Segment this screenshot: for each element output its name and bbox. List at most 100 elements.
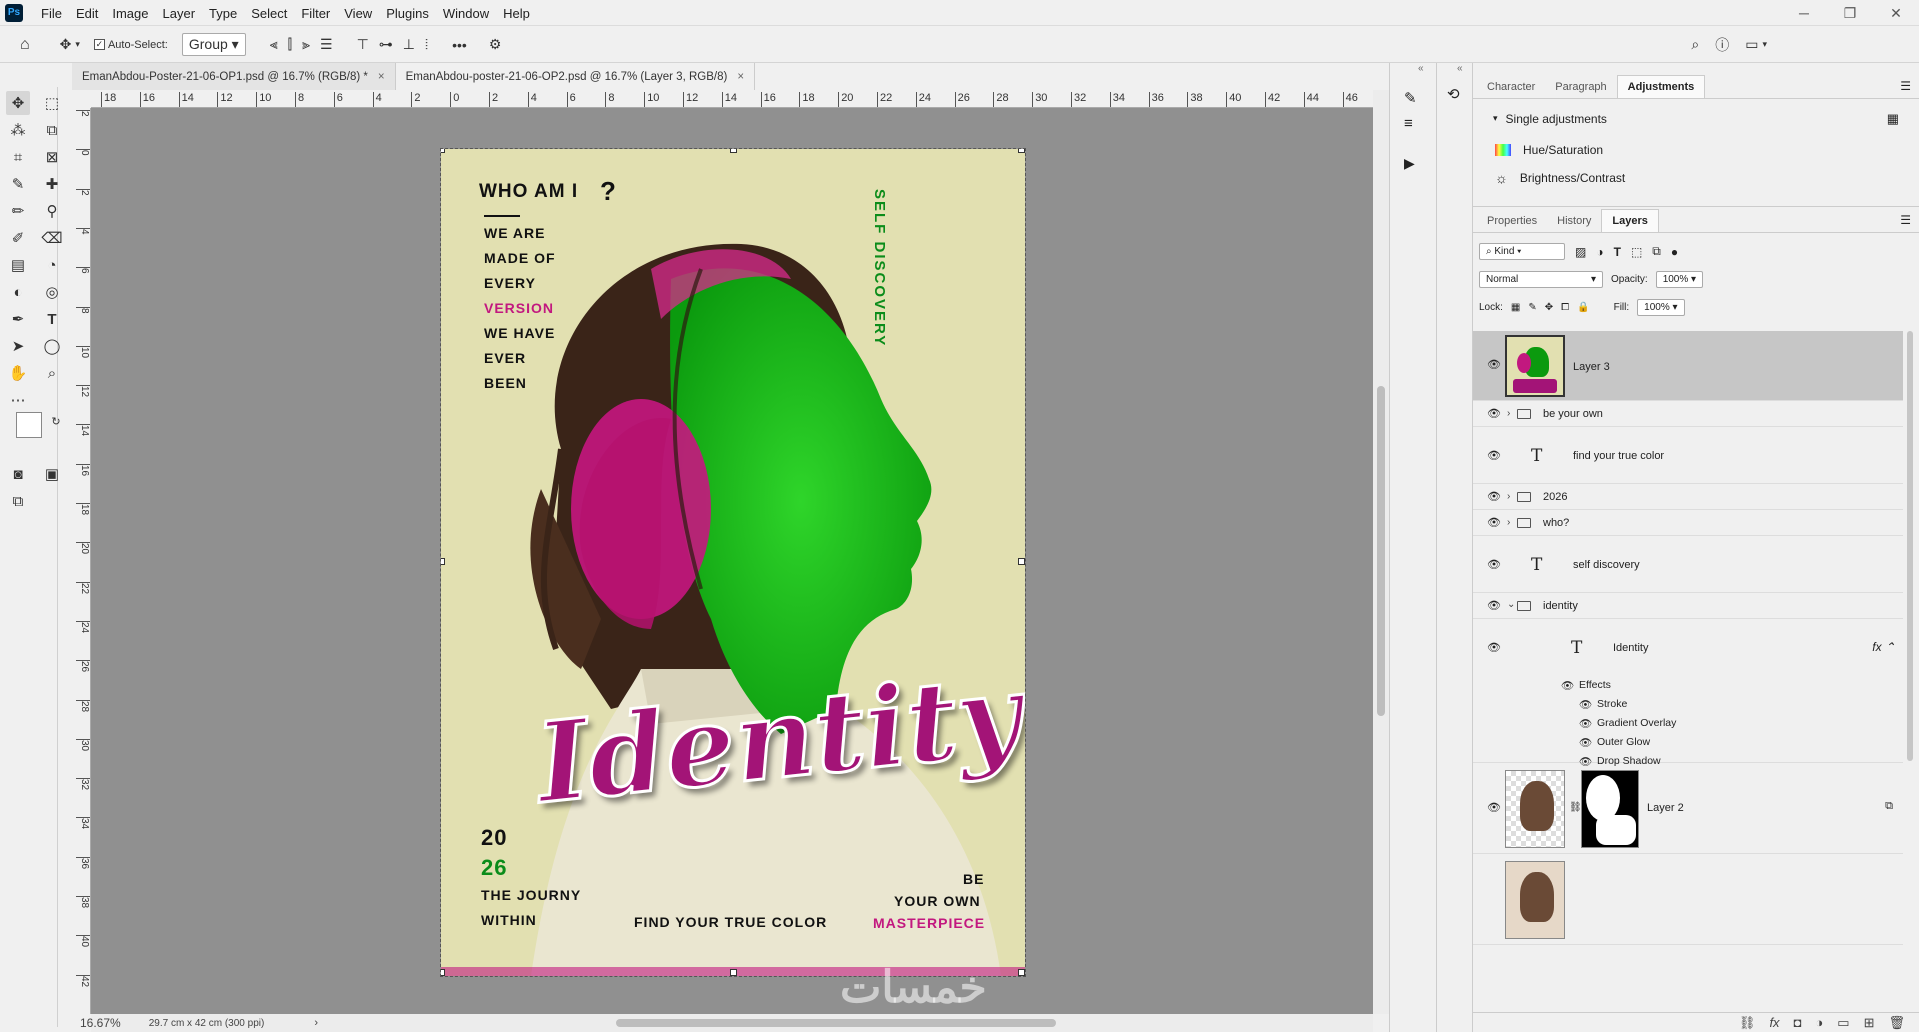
horizontal-ruler[interactable]: 18 16 14 12 10 8 6 4 2 0 2 4 6 8 10 12 14 16 18 20 22 24 26 28 3… [91,90,1373,108]
transform-handle[interactable] [1018,558,1025,565]
layer-row[interactable]: 👁 T find your true color [1473,428,1903,484]
new-group-icon[interactable]: ▭ [1837,1015,1849,1031]
ellipse-tool-icon[interactable]: ◯ [40,334,64,358]
menu-edit[interactable]: Edit [69,6,105,21]
eye-icon[interactable]: 👁 [1487,643,1501,654]
grid-view-icon[interactable]: ▦ [1887,111,1899,127]
pixel-filter-icon[interactable]: ▨ [1575,245,1586,259]
layer-row[interactable]: 👁 T self discovery [1473,537,1903,593]
ruler-corner[interactable] [72,90,91,108]
chevron-right-icon[interactable]: › [1507,491,1510,502]
vertical-scrollbar[interactable] [1373,90,1389,1014]
type-filter-icon[interactable]: T [1614,245,1621,259]
help-icon[interactable]: ⓘ [1715,35,1729,55]
eye-icon[interactable]: 👁 [1487,409,1501,420]
layer-row[interactable]: 👁 Layer 3 [1473,331,1903,401]
transform-handle[interactable] [441,969,445,976]
transform-handle[interactable] [441,558,445,565]
layer-name[interactable]: Layer 2 [1647,802,1684,814]
collapse-icon[interactable]: « [1418,63,1424,74]
lock-all-icon[interactable]: 🔒 [1577,302,1589,313]
layer-group-row[interactable]: 👁 › be your own [1473,402,1903,427]
chevron-right-icon[interactable]: › [314,1017,318,1029]
brush-tool-icon[interactable]: ✏ [6,199,30,223]
trash-icon[interactable]: 🗑 [1888,1015,1905,1031]
move-tool-icon[interactable]: ✥ [60,36,72,53]
eye-icon[interactable]: 👁 [1579,717,1592,730]
link-layers-icon[interactable]: ⛓ [1739,1015,1756,1031]
layer-name[interactable]: self discovery [1573,559,1640,571]
panel-menu-icon[interactable]: ☰ [1900,79,1911,93]
lock-pixels-icon[interactable]: ✎ [1528,302,1536,313]
blend-mode-select[interactable]: Normal ▾ [1479,271,1603,288]
fill-input[interactable]: 100% ▾ [1637,299,1685,316]
tab-properties[interactable]: Properties [1477,210,1547,232]
layer-name[interactable]: find your true color [1573,450,1664,462]
close-tab-icon[interactable]: × [737,71,744,83]
eye-icon[interactable]: 👁 [1487,803,1501,814]
tab-document-2[interactable]: EmanAbdou-poster-21-06-OP2.psd @ 16.7% (… [395,63,756,90]
marquee-tool-icon[interactable]: ⬚ [40,91,64,115]
layer-group-row[interactable]: 👁 › 2026 [1473,485,1903,510]
eye-icon[interactable]: 👁 [1487,560,1501,571]
quick-select-tool-icon[interactable]: ⁂ [6,118,30,142]
gradient-tool-icon[interactable]: ▤ [6,253,30,277]
type-tool-icon[interactable]: T [40,307,64,331]
sponge-tool-icon[interactable]: ◎ [40,280,64,304]
menu-help[interactable]: Help [496,6,537,21]
layer-group-row[interactable]: 👁 ⌄ identity [1473,594,1903,619]
adjustment-brightness-contrast[interactable]: ☼ Brightness/Contrast [1473,165,1919,191]
lock-position-icon[interactable]: ✥ [1545,302,1553,313]
object-select-tool-icon[interactable]: ⧉ [40,118,64,142]
fx-icon[interactable]: fx [1769,1015,1779,1030]
tab-character[interactable]: Character [1477,76,1545,98]
kind-filter-select[interactable]: ⌕ Kind ▾ [1479,243,1565,260]
menu-view[interactable]: View [337,6,379,21]
brush-settings-icon[interactable]: ✎ [1404,89,1417,107]
smart-filter-icon[interactable]: ⧉ [1652,244,1661,259]
eye-icon[interactable]: 👁 [1487,360,1501,371]
auto-select-checkbox[interactable]: ✓ Auto-Select: [93,39,168,51]
tab-document-1[interactable]: EmanAbdou-Poster-21-06-OP1.psd @ 16.7% (… [72,63,396,90]
menu-image[interactable]: Image [105,6,155,21]
swap-colors-icon[interactable]: ↻ [44,409,68,433]
eyedropper-tool-icon[interactable]: ✎ [6,172,30,196]
menu-select[interactable]: Select [244,6,294,21]
lock-artboard-icon[interactable]: ⧠ [1561,302,1569,313]
eye-icon[interactable]: 👁 [1487,451,1501,462]
tab-paragraph[interactable]: Paragraph [1545,76,1616,98]
effect-item[interactable]: Gradient Overlay [1597,717,1676,729]
vertical-ruler[interactable]: 2 0 2 4 6 8 10 12 14 16 18 20 22 24 26 28 30 32 34 36 38 40 42 [72,108,91,1014]
tab-layers[interactable]: Layers [1601,209,1659,232]
align-top-icon[interactable]: ⊤ [357,36,369,53]
menu-type[interactable]: Type [202,6,244,21]
scroll-thumb[interactable] [1907,331,1913,761]
layer-name[interactable]: 2026 [1543,491,1567,503]
move-tool-icon[interactable]: ✥ [6,91,30,115]
layer-group-row[interactable]: 👁 › who? [1473,511,1903,536]
eraser-tool-icon[interactable]: ⌫ [40,226,64,250]
zoom-tool-icon[interactable]: ⌕ [40,361,64,385]
align-bottom-icon[interactable]: ⊥ [403,36,415,53]
filter-toggle-icon[interactable]: ● [1671,245,1678,259]
transform-handle[interactable] [1018,149,1025,153]
close-tab-icon[interactable]: × [378,71,385,83]
fx-icon[interactable]: fx ⌃ [1872,640,1895,654]
play-actions-icon[interactable]: ▶ [1404,155,1415,172]
more-tools-icon[interactable]: ⋯ [6,388,30,412]
eye-icon[interactable]: 👁 [1579,698,1592,711]
align-center-icon[interactable]: ⫿ [288,36,292,53]
transform-handle[interactable] [441,149,445,153]
restore-icon[interactable]: ❐ [1827,5,1873,22]
effect-item[interactable]: Stroke [1597,698,1627,710]
tab-history[interactable]: History [1547,210,1601,232]
link-icon[interactable]: ⛓ [1569,802,1582,813]
transform-handle[interactable] [730,969,737,976]
menu-window[interactable]: Window [436,6,496,21]
foreground-color-swatch[interactable] [16,412,42,438]
lock-transparent-icon[interactable]: ▦ [1511,302,1520,313]
screen-mode-icon[interactable]: ▣ [40,462,64,486]
adjust-sliders-icon[interactable]: ≡ [1404,115,1413,132]
search-icon[interactable]: ⌕ [1691,36,1699,53]
new-layer-icon[interactable]: ⊞ [1864,1015,1875,1031]
